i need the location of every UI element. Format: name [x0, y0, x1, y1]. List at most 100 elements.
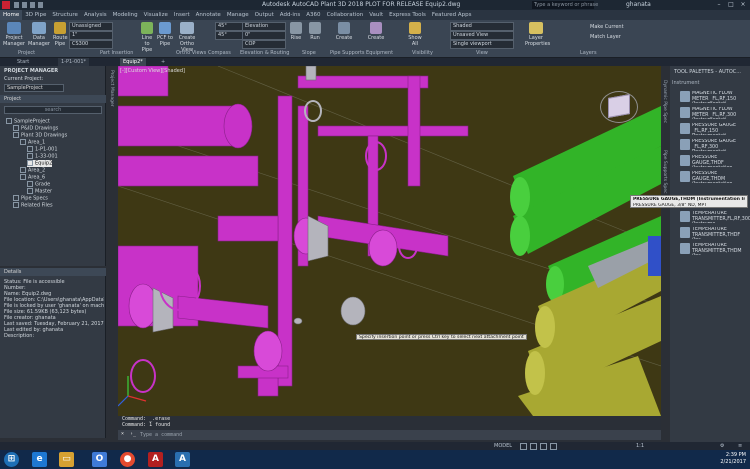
chrome-icon[interactable]: ● — [120, 452, 135, 467]
tree-item[interactable]: P&ID Drawings — [13, 125, 58, 132]
search-input[interactable]: Type a keyword or phrase — [532, 1, 598, 9]
palette-item[interactable]: PRESSURE GAUGE _FL,RF,300 (Instrumentati — [680, 138, 750, 152]
autocad-plant-icon[interactable]: A — [175, 452, 190, 467]
palette-side-tab-1[interactable]: Dynamic Pipe Spec — [662, 80, 667, 123]
cop-select[interactable]: COP — [242, 40, 286, 49]
tree-item[interactable]: 1-33-001 — [27, 153, 58, 160]
start-button-icon[interactable]: ⊞ — [4, 452, 19, 467]
ribbon-tab-insert[interactable]: Insert — [171, 10, 193, 20]
palette-item[interactable]: PRESSURE GAUGE _FL,RF,150 (Instrumentati — [680, 122, 750, 136]
clock[interactable]: 2:39 PM 2/21/2017 — [700, 452, 746, 466]
file-tab-p1-001[interactable]: 1-P1-001* — [58, 58, 90, 66]
tree-item[interactable]: SampleProject — [6, 118, 50, 125]
tree-node-icon[interactable] — [27, 153, 33, 159]
command-input[interactable]: Type a command — [140, 432, 182, 438]
angle-select-1[interactable]: 45° — [215, 22, 243, 31]
tree-item[interactable]: 1-P1-001 — [27, 146, 58, 153]
tree-node-icon[interactable] — [27, 181, 33, 187]
ribbon-tab-3d-pipe[interactable]: 3D Pipe — [22, 10, 49, 20]
spec-select[interactable]: CS300 — [69, 40, 113, 49]
file-tab-equip2[interactable]: Equip2* — [120, 58, 146, 66]
tree-item[interactable]: Plant 3D Drawings — [13, 132, 67, 139]
palette-item[interactable]: TEMPERATURE TRANSMITTER,THDF (Ins... — [680, 226, 750, 240]
polar-toggle-icon[interactable] — [550, 443, 557, 450]
ortho-toggle-icon[interactable] — [540, 443, 547, 450]
app-logo-icon[interactable] — [2, 1, 10, 9]
show-all-button[interactable]: Show All — [406, 22, 424, 47]
menu-icon[interactable]: ≡ — [738, 442, 742, 450]
tree-node-icon[interactable] — [6, 118, 12, 124]
maximize-button[interactable]: □ — [726, 0, 736, 10]
rise-button[interactable]: Rise — [288, 22, 304, 41]
size-select[interactable]: 1" — [69, 31, 113, 40]
user-name[interactable]: ghanata — [626, 0, 651, 10]
close-button[interactable]: × — [738, 0, 748, 10]
minimize-button[interactable]: – — [714, 0, 724, 10]
match-layer-button[interactable]: Match Layer — [590, 34, 630, 40]
tree-item[interactable]: Area_2 — [20, 167, 45, 174]
tree-node-icon[interactable] — [13, 202, 19, 208]
grid-toggle-icon[interactable] — [520, 443, 527, 450]
command-close-icon[interactable]: × — [121, 431, 124, 437]
palette-item[interactable]: PRESSURE GAUGE,THDF (Instrumentation Imp… — [680, 154, 750, 168]
ribbon-tab-home[interactable]: Home — [0, 10, 23, 20]
palette-item[interactable]: TEMPERATURE TRANSMITTER,THDM (Ins... — [680, 242, 750, 256]
tree-node-icon[interactable] — [20, 167, 26, 173]
tree-item[interactable]: Grade — [27, 181, 50, 188]
annotation-scale[interactable]: 1:1 — [636, 442, 644, 450]
elevation-input[interactable]: 0" — [242, 31, 286, 40]
model-button[interactable]: MODEL — [494, 442, 512, 450]
3d-viewport[interactable]: [-][Custom View][Shaded] Specify inserti… — [118, 66, 661, 416]
ribbon-tab-structure[interactable]: Structure — [49, 10, 81, 20]
palette-item[interactable]: TEMPERATURE TRANSMITTER,FL,RF,300 (Instr… — [680, 210, 750, 224]
palette-item[interactable]: PRESSURE GAUGE,THDM (Instrumentation Imp… — [680, 170, 750, 184]
settings-icon[interactable]: ⚙ — [720, 442, 724, 450]
run-button[interactable]: Run — [307, 22, 323, 41]
ribbon-tab-vault[interactable]: Vault — [366, 10, 386, 20]
outlook-icon[interactable]: O — [92, 452, 107, 467]
ie-icon[interactable]: e — [32, 452, 47, 467]
pm-side-tab[interactable]: Project Manager — [109, 70, 114, 107]
tree-item[interactable]: Related Files — [13, 202, 53, 209]
tree-node-icon[interactable] — [27, 160, 33, 166]
command-input-row[interactable]: × ›_ Type a command — [118, 430, 661, 440]
view-select[interactable]: Unsaved View — [450, 31, 514, 40]
palette-side-tab-2[interactable]: Pipe Supports Spec — [662, 150, 667, 193]
plant-model-canvas[interactable] — [118, 66, 661, 416]
ribbon-tab-a360[interactable]: A360 — [303, 10, 323, 20]
ribbon-tab-visualize[interactable]: Visualize — [141, 10, 171, 20]
make-current-button[interactable]: Make Current — [590, 24, 630, 30]
file-tab-start[interactable]: Start — [14, 58, 32, 66]
ribbon-tab-output[interactable]: Output — [252, 10, 277, 20]
visual-style-select[interactable]: Shaded — [450, 22, 514, 31]
tree-node-icon[interactable] — [27, 146, 33, 152]
new-tab-button[interactable]: + — [158, 58, 168, 66]
tree-item[interactable]: Equip2 — [27, 160, 53, 167]
create-support-button[interactable]: Create — [335, 22, 353, 41]
tree-item[interactable]: Pipe Specs — [13, 195, 48, 202]
tree-node-icon[interactable] — [20, 174, 26, 180]
angle-select-2[interactable]: 45° — [215, 31, 243, 40]
project-manager-button[interactable]: Project Manager — [3, 22, 25, 47]
viewcube-compass-icon[interactable] — [600, 91, 638, 123]
tree-item[interactable]: Area_6 — [20, 174, 45, 181]
snap-toggle-icon[interactable] — [530, 443, 537, 450]
viewport-select[interactable]: Single viewport — [450, 40, 514, 49]
line-to-pipe-button[interactable]: Line to Pipe — [139, 22, 155, 53]
ribbon-tab-express-tools[interactable]: Express Tools — [386, 10, 429, 20]
ribbon-tab-featured-apps[interactable]: Featured Apps — [429, 10, 475, 20]
file-explorer-icon[interactable]: ▭ — [59, 452, 74, 467]
viewport-controls-label[interactable]: [-][Custom View][Shaded] — [120, 68, 185, 74]
current-project-select[interactable]: SampleProject — [4, 84, 64, 92]
pcf-to-pipe-button[interactable]: PCF to Pipe — [157, 22, 173, 47]
tree-item[interactable]: Area_1 — [20, 139, 45, 146]
create-ortho-view-button[interactable]: Create Ortho View — [176, 22, 198, 53]
palette-item[interactable]: MAGNETIC FLOW METER _FL,RF,150 (Instrume… — [680, 90, 750, 104]
ribbon-tab-modeling[interactable]: Modeling — [110, 10, 141, 20]
tree-node-icon[interactable] — [20, 139, 26, 145]
quick-access-toolbar[interactable] — [13, 2, 54, 8]
tree-item[interactable]: Master — [27, 188, 52, 195]
route-pipe-button[interactable]: Route Pipe — [53, 22, 68, 47]
data-manager-button[interactable]: Data Manager — [28, 22, 50, 47]
palette-item[interactable]: MAGNETIC FLOW METER _FL,RF,300 (Instrume… — [680, 106, 750, 120]
